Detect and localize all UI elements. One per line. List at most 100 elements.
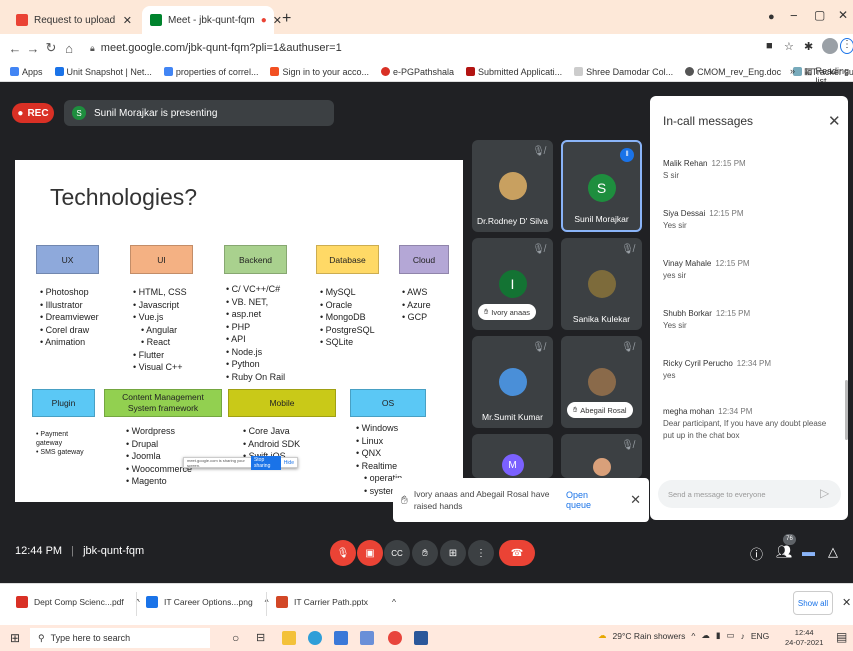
participant-tile[interactable]: 🎙︎̸ Sanika Kulekar bbox=[561, 238, 642, 330]
back-icon[interactable]: ← bbox=[6, 41, 24, 56]
maximize-button[interactable]: ▢ bbox=[814, 8, 825, 22]
category-box-database: Database bbox=[316, 245, 379, 274]
camera-off-button[interactable]: ▣ bbox=[357, 540, 383, 566]
screen-share-notice: meet.google.com is sharing your screen. … bbox=[183, 455, 298, 470]
meeting-info-icon[interactable]: ⓘ bbox=[750, 544, 763, 563]
more-options-button[interactable]: ⋮ bbox=[468, 540, 494, 566]
activities-icon[interactable]: △ bbox=[828, 544, 838, 560]
send-icon[interactable]: ▷ bbox=[820, 486, 829, 500]
open-queue-button[interactable]: Open queue bbox=[566, 490, 614, 510]
stop-sharing-button[interactable]: Stop sharing bbox=[250, 455, 281, 470]
close-window-button[interactable]: ✕ bbox=[838, 8, 848, 22]
store-icon[interactable] bbox=[334, 631, 348, 645]
bookmark-label: e-PGPathshala bbox=[393, 66, 455, 77]
list-item: MongoDB bbox=[320, 311, 375, 324]
chat-icon[interactable]: ▬ bbox=[802, 544, 815, 559]
tab-meet[interactable]: Meet - jbk-qunt-fqm ● ✕ bbox=[142, 6, 282, 34]
list-item: asp.net bbox=[226, 308, 285, 321]
download-item[interactable]: IT Carrier Path.pptx ^ bbox=[276, 596, 396, 608]
network-icon[interactable]: ▭ bbox=[727, 630, 735, 641]
present-button[interactable]: ⊞ bbox=[440, 540, 466, 566]
chat-message: Vinay Mahale 12:15 PM yes sir bbox=[663, 258, 839, 282]
bookmark-item[interactable]: properties of correl... bbox=[163, 66, 259, 77]
bookmark-item[interactable]: Shree Damodar Col... bbox=[574, 67, 673, 77]
notifications-icon[interactable]: ▤ bbox=[836, 630, 847, 644]
page-icon bbox=[466, 67, 476, 76]
list-item: Vue.js bbox=[133, 311, 187, 324]
people-icon[interactable]: 👥︎ bbox=[776, 544, 793, 560]
new-tab-button[interactable]: + bbox=[282, 10, 291, 28]
word-icon[interactable] bbox=[414, 631, 428, 645]
battery-icon[interactable]: ▮ bbox=[716, 630, 721, 641]
chevron-up-icon[interactable]: ^ bbox=[691, 631, 695, 641]
mic-off-button[interactable]: 🎙︎ bbox=[330, 540, 356, 566]
avatar[interactable] bbox=[822, 38, 838, 54]
bookmark-label: Apps bbox=[22, 66, 43, 77]
cloud-icon[interactable]: ☁︎ bbox=[701, 630, 710, 641]
chevron-up-icon[interactable]: ^ bbox=[392, 597, 396, 607]
clock[interactable]: 12:44 24-07-2021 bbox=[785, 628, 823, 648]
windows-start-icon[interactable]: ⊞ bbox=[10, 631, 20, 645]
participant-tile[interactable]: 🎙︎̸ bbox=[561, 434, 642, 478]
bookmark-item[interactable]: Submitted Applicati... bbox=[466, 67, 562, 77]
forward-icon[interactable]: → bbox=[24, 41, 42, 56]
bookmark-item[interactable]: CMOM_rev_Eng.doc bbox=[685, 67, 781, 77]
minimize-button[interactable]: − bbox=[790, 8, 798, 23]
profile-dot-icon[interactable]: ● bbox=[768, 11, 775, 23]
participant-tile[interactable]: 🎙︎̸ I ✋︎ Ivory anaas bbox=[472, 238, 553, 330]
chat-input[interactable]: Send a message to everyone bbox=[658, 480, 841, 508]
edge-icon[interactable] bbox=[308, 631, 322, 645]
close-downloads-icon[interactable]: ✕ bbox=[842, 596, 851, 609]
list-item: Oracle bbox=[320, 299, 375, 312]
chrome-icon[interactable] bbox=[388, 631, 402, 645]
tab-upload-request[interactable]: Request to upload on Website a ✕ bbox=[8, 6, 140, 34]
extensions-icon[interactable]: ✱ bbox=[804, 40, 813, 53]
bookmark-label: properties of correl... bbox=[175, 66, 259, 77]
home-icon[interactable]: ⌂ bbox=[60, 41, 78, 56]
close-tab-icon[interactable]: ✕ bbox=[123, 14, 132, 27]
task-view-icon[interactable]: ⊟ bbox=[256, 631, 265, 644]
chat-scrollbar[interactable] bbox=[845, 380, 848, 440]
participant-tile[interactable]: 🎙︎̸ Dr.Rodney D' Silva bbox=[472, 140, 553, 232]
taskbar-search[interactable]: ⚲ Type here to search bbox=[30, 628, 210, 648]
reload-icon[interactable]: ↻ bbox=[42, 40, 60, 56]
show-all-button[interactable]: Show all bbox=[793, 591, 833, 615]
bookmark-item[interactable]: e-PGPathshala bbox=[381, 67, 454, 77]
menu-icon[interactable]: ⋮ bbox=[840, 38, 853, 54]
participant-tile[interactable]: M bbox=[472, 434, 553, 478]
close-tab-icon[interactable]: ✕ bbox=[273, 14, 282, 27]
download-item[interactable]: Dept Comp Scienc...pdf ^ bbox=[16, 596, 140, 608]
page-icon bbox=[574, 67, 584, 76]
leave-call-button[interactable]: ☎︎ bbox=[499, 540, 535, 566]
hide-button[interactable]: Hide bbox=[284, 460, 294, 466]
download-item[interactable]: IT Career Options...png^ bbox=[146, 596, 269, 608]
bookmark-item[interactable]: Unit Snapshot | Net... bbox=[54, 67, 152, 77]
more-bookmarks-icon[interactable]: » bbox=[790, 66, 795, 76]
sender-name: Malik Rehan bbox=[663, 159, 708, 168]
language-indicator[interactable]: ENG bbox=[751, 631, 769, 641]
meeting-details[interactable]: 12:44 PM | jbk-qunt-fqm bbox=[15, 545, 144, 557]
cortana-icon[interactable]: ○ bbox=[232, 631, 239, 645]
weather-text[interactable]: 29°C Rain showers bbox=[613, 631, 686, 641]
calculator-icon[interactable] bbox=[360, 631, 374, 645]
captions-button[interactable]: CC bbox=[384, 540, 410, 566]
divider bbox=[136, 592, 137, 616]
bookmark-item[interactable]: Sign in to your acco... bbox=[270, 67, 369, 77]
ui-list: HTML, CSS Javascript Vue.js Angular Reac… bbox=[133, 286, 187, 374]
participant-tile[interactable]: ⦀ S Sunil Morajkar bbox=[561, 140, 642, 232]
hand-icon: ✋︎ bbox=[422, 547, 428, 559]
url-field[interactable]: 🔒︎ meet.google.com/jbk-qunt-fqm?pli=1&au… bbox=[90, 38, 750, 58]
bookmark-apps[interactable]: Apps bbox=[10, 67, 43, 77]
participant-tile[interactable]: 🎙︎̸ Mr.Sumit Kumar bbox=[472, 336, 553, 428]
camera-icon[interactable]: ■ bbox=[766, 40, 773, 52]
close-toast-icon[interactable]: ✕ bbox=[630, 492, 641, 508]
list-item: SMS gateway bbox=[36, 448, 86, 457]
category-box-ux: UX bbox=[36, 245, 99, 274]
list-item: Corel draw bbox=[40, 324, 99, 337]
speaker-icon[interactable]: ♪ bbox=[741, 631, 745, 641]
raise-hand-button[interactable]: ✋︎ bbox=[412, 540, 438, 566]
file-explorer-icon[interactable] bbox=[282, 631, 296, 645]
close-icon[interactable]: ✕ bbox=[828, 112, 841, 130]
participant-tile[interactable]: 🎙︎̸ ✋︎ Abegail Rosal bbox=[561, 336, 642, 428]
star-icon[interactable]: ☆ bbox=[784, 40, 794, 53]
